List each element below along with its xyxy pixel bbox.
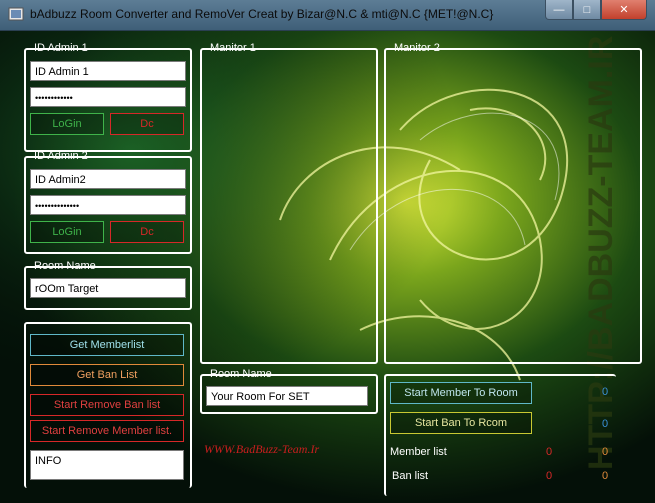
actions-group: Get Memberlist Get Ban List Start Remove… <box>24 322 192 488</box>
app-icon <box>8 7 24 21</box>
monitor2-group: Manitor 2 <box>384 42 642 364</box>
room-center-legend: Room Name <box>210 368 272 380</box>
close-icon: ✕ <box>619 4 629 16</box>
admin1-id-field[interactable]: ID Admin 1 <box>30 61 186 81</box>
start-member-count: 0 <box>602 386 609 398</box>
client-area: ID Admin 1 ID Admin 1 •••••••••••• LoGin… <box>8 30 647 497</box>
right-control-group: Start Member To Room 0 Start Ban To Rcom… <box>384 374 616 496</box>
start-remove-ban-button[interactable]: Start Remove Ban list <box>30 394 184 416</box>
close-button[interactable]: ✕ <box>601 0 647 20</box>
admin1-dc-button[interactable]: Dc <box>110 113 184 135</box>
admin2-legend: ID Admin 2 <box>34 150 88 162</box>
member-list-val2: 0 <box>602 446 609 458</box>
room-left-group: Room Name rOOm Target <box>24 260 192 310</box>
admin1-legend: ID Admin 1 <box>34 42 88 54</box>
start-ban-count: 0 <box>602 418 609 430</box>
admin1-password-field[interactable]: •••••••••••• <box>30 87 186 107</box>
room-center-group: Room Name Your Room For SET <box>200 368 378 414</box>
admin2-id-field[interactable]: ID Admin2 <box>30 169 186 189</box>
admin1-login-button[interactable]: LoGin <box>30 113 104 135</box>
window-title: bAdbuzz Room Converter and RemoVer Creat… <box>30 7 494 21</box>
maximize-button[interactable]: □ <box>573 0 601 20</box>
ban-list-val1: 0 <box>546 470 553 482</box>
admin2-login-button[interactable]: LoGin <box>30 221 104 243</box>
title-bar[interactable]: bAdbuzz Room Converter and RemoVer Creat… <box>0 0 655 31</box>
minimize-icon: — <box>553 3 565 16</box>
admin2-password-field[interactable]: •••••••••••••• <box>30 195 186 215</box>
monitor1-legend: Manitor 1 <box>210 42 256 54</box>
member-list-val1: 0 <box>546 446 553 458</box>
monitor1-group: Manitor 1 <box>200 42 378 364</box>
member-list-label: Member list <box>390 446 447 458</box>
start-member-to-room-button[interactable]: Start Member To Room <box>390 382 532 404</box>
admin2-group: ID Admin 2 ID Admin2 •••••••••••••• LoGi… <box>24 150 192 254</box>
room-left-field[interactable]: rOOm Target <box>30 278 186 298</box>
room-center-field[interactable]: Your Room For SET <box>206 386 368 406</box>
admin2-dc-button[interactable]: Dc <box>110 221 184 243</box>
monitor2-legend: Manitor 2 <box>394 42 440 54</box>
start-remove-member-button[interactable]: Start Remove Member list. <box>30 420 184 442</box>
ban-list-val2: 0 <box>602 470 609 482</box>
get-ban-list-button[interactable]: Get Ban List <box>30 364 184 386</box>
get-memberlist-button[interactable]: Get Memberlist <box>30 334 184 356</box>
minimize-button[interactable]: — <box>545 0 573 20</box>
admin1-group: ID Admin 1 ID Admin 1 •••••••••••• LoGin… <box>24 42 192 152</box>
start-ban-to-room-button[interactable]: Start Ban To Rcom <box>390 412 532 434</box>
site-watermark: WWW.BadBuzz-Team.Ir <box>204 442 320 456</box>
maximize-icon: □ <box>583 3 591 16</box>
window-controls: — □ ✕ <box>545 0 647 20</box>
app-window: HTTP://BADBUZZ-TEAM.IR bAdbuzz Room Conv… <box>0 0 655 503</box>
room-left-legend: Room Name <box>34 260 96 272</box>
info-field[interactable]: INFO <box>30 450 184 480</box>
ban-list-label: Ban list <box>392 470 429 482</box>
